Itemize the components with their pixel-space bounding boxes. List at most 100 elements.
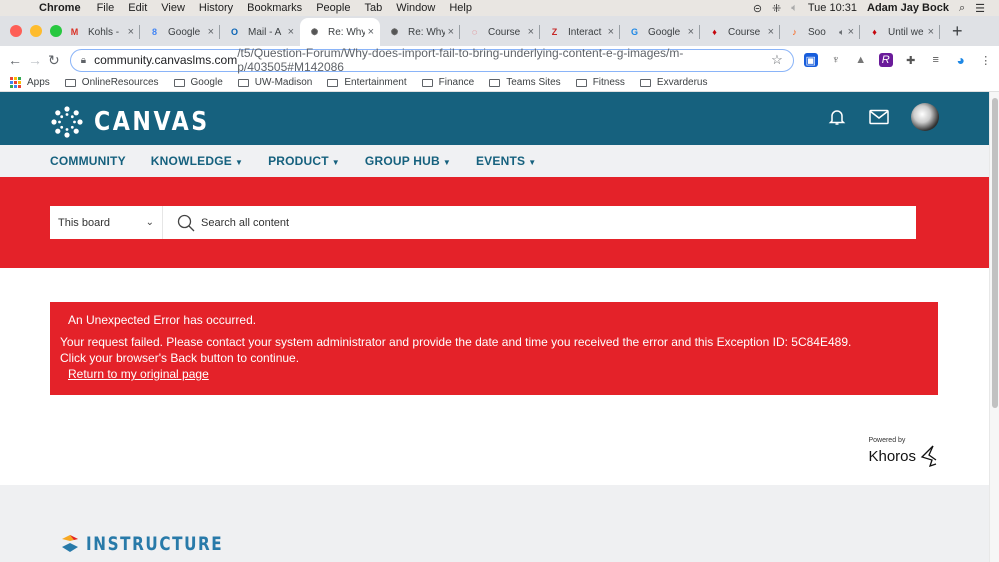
bookmark-item[interactable]: Fitness — [575, 77, 625, 88]
menu-app-chrome[interactable]: Chrome — [39, 2, 81, 14]
close-tab-icon[interactable]: × — [288, 26, 294, 38]
browser-tab[interactable]: M Kohls - × — [60, 18, 140, 46]
tab-title: Interact — [568, 26, 602, 38]
canvas-logo[interactable]: CANVAS — [50, 105, 230, 139]
bitwarden-extension-icon[interactable]: ▣ — [803, 53, 818, 67]
reload-button[interactable]: ↻ — [48, 52, 60, 69]
return-original-page-link[interactable]: Return to my original page — [68, 367, 209, 381]
bookmark-item[interactable]: Google — [173, 77, 223, 88]
lamp-extension-icon[interactable]: ♆ — [829, 53, 843, 67]
volume-icon[interactable]: 🔈︎ — [791, 2, 798, 15]
bookmarks-bar: Apps OnlineResources Google UW-Madison Enter… — [0, 74, 999, 92]
menu-history[interactable]: History — [199, 2, 233, 14]
nav-knowledge[interactable]: KNOWLEDGE ▼ — [151, 154, 243, 168]
menubar-user[interactable]: Adam Jay Bock — [867, 2, 949, 14]
browser-tab[interactable]: Z Interact × — [540, 18, 620, 46]
spotlight-search-icon[interactable]: ⌕ — [959, 2, 965, 15]
powered-by-label: Powered by — [868, 437, 906, 444]
menubar-clock[interactable]: Tue 10:31 — [808, 2, 857, 14]
nav-knowledge-label: KNOWLEDGE — [150, 154, 232, 168]
instructure-logo[interactable]: INSTRUCTURE — [60, 533, 258, 555]
bookmark-item[interactable]: Entertainment — [327, 77, 407, 88]
tab-audio-icon[interactable]: 🔈︎ — [839, 27, 844, 38]
browser-tab[interactable]: 8 Google × — [140, 18, 220, 46]
menu-people[interactable]: People — [316, 2, 350, 14]
browser-tab[interactable]: O Mail - A × — [220, 18, 300, 46]
close-tab-icon[interactable]: × — [688, 26, 694, 38]
menu-tab[interactable]: Tab — [364, 2, 382, 14]
bookmark-item[interactable]: OnlineResources — [64, 77, 159, 88]
new-tab-button[interactable]: + — [952, 18, 963, 46]
canvas-icon: ✺ — [390, 26, 399, 37]
menu-window[interactable]: Window — [396, 2, 435, 14]
menu-help[interactable]: Help — [449, 2, 472, 14]
bookmark-item[interactable]: Finance — [421, 77, 474, 88]
search-input[interactable]: Search all content — [163, 206, 916, 239]
browser-tab[interactable]: ◌ Course × — [460, 18, 540, 46]
chrome-menu-icon[interactable]: ⋮ — [979, 53, 993, 67]
bookmark-label: Entertainment — [344, 77, 407, 88]
interact-icon: Z — [551, 27, 558, 37]
close-tab-icon[interactable]: × — [608, 26, 614, 38]
user-avatar[interactable] — [911, 103, 939, 131]
canvas-logo-icon — [51, 106, 83, 138]
menu-edit[interactable]: Edit — [128, 2, 147, 14]
messages-envelope-icon[interactable] — [869, 107, 889, 127]
back-button[interactable]: ← — [8, 52, 22, 68]
media-queue-icon[interactable]: ≡ — [929, 53, 943, 67]
menu-file[interactable]: File — [97, 2, 115, 14]
nav-community[interactable]: COMMUNITY — [50, 154, 126, 168]
url-host: community.canvaslms.com — [94, 53, 238, 67]
close-tab-icon[interactable]: × — [528, 26, 534, 38]
r-extension-icon[interactable]: R — [878, 53, 893, 67]
bookmark-item[interactable]: Exvarderus — [639, 77, 708, 88]
search-scope-select[interactable]: This board ⌄ — [50, 206, 163, 239]
page-scrollbar[interactable] — [989, 92, 999, 562]
nav-product[interactable]: PRODUCT ▼ — [268, 154, 340, 168]
nav-group-hub[interactable]: GROUP HUB ▼ — [365, 154, 451, 168]
close-window-button[interactable] — [10, 25, 22, 37]
nav-events[interactable]: EVENTS ▼ — [476, 154, 536, 168]
error-alert: An Unexpected Error has occurred. Your r… — [50, 302, 938, 395]
bookmark-label: Teams Sites — [506, 77, 561, 88]
extensions-puzzle-icon[interactable]: ✚ — [904, 53, 918, 67]
time-machine-icon[interactable]: ⊝ — [753, 2, 762, 15]
close-tab-icon[interactable]: × — [208, 26, 214, 38]
browser-tab[interactable]: ✺ Re: Why × — [380, 18, 460, 46]
chevron-down-icon: ⌄ — [145, 217, 154, 228]
browser-tab[interactable]: ♪ Soo 🔈︎ × — [780, 18, 860, 46]
error-instruction: Click your browser's Back button to cont… — [60, 351, 300, 365]
lock-icon[interactable]: 🔒︎ — [81, 55, 86, 66]
notifications-bell-icon[interactable] — [827, 107, 847, 127]
close-tab-icon[interactable]: × — [368, 26, 374, 38]
close-tab-icon[interactable]: × — [848, 26, 854, 38]
menu-view[interactable]: View — [161, 2, 185, 14]
bookmark-item[interactable]: UW-Madison — [237, 77, 312, 88]
scrollbar-thumb[interactable] — [992, 98, 998, 408]
browser-tab[interactable]: ♦ Until we × — [860, 18, 940, 46]
close-tab-icon[interactable]: × — [448, 26, 454, 38]
browser-tab[interactable]: G Google × — [620, 18, 700, 46]
menu-bookmarks[interactable]: Bookmarks — [247, 2, 302, 14]
bookmark-item[interactable]: Apps — [10, 77, 50, 88]
close-tab-icon[interactable]: × — [928, 26, 934, 38]
browser-tab[interactable]: ♦ Course × — [700, 18, 780, 46]
close-tab-icon[interactable]: × — [128, 26, 134, 38]
powered-by-khoros[interactable]: Powered by Khoros — [868, 437, 939, 467]
search-icon — [177, 214, 195, 231]
minimize-window-button[interactable] — [30, 25, 42, 37]
close-tab-icon[interactable]: × — [768, 26, 774, 38]
bookmark-item[interactable]: Teams Sites — [489, 77, 561, 88]
bookmark-star-icon[interactable]: ☆ — [771, 52, 783, 68]
bluetooth-icon[interactable]: ⁜ — [772, 2, 781, 15]
folder-icon — [421, 78, 433, 87]
forward-button[interactable]: → — [28, 52, 42, 68]
folder-icon — [489, 78, 501, 87]
browser-tab[interactable]: ✺ Re: Why × — [300, 18, 380, 46]
caret-down-icon: ▼ — [234, 158, 244, 167]
profile-avatar-icon[interactable]: ◕ — [954, 52, 968, 68]
drive-extension-icon[interactable]: ▲ — [854, 53, 868, 67]
notification-center-icon[interactable]: ☰ — [975, 2, 985, 15]
bookmark-label: Apps — [27, 77, 50, 88]
address-bar[interactable]: 🔒︎ community.canvaslms.com/t5/Question-F… — [69, 46, 794, 74]
